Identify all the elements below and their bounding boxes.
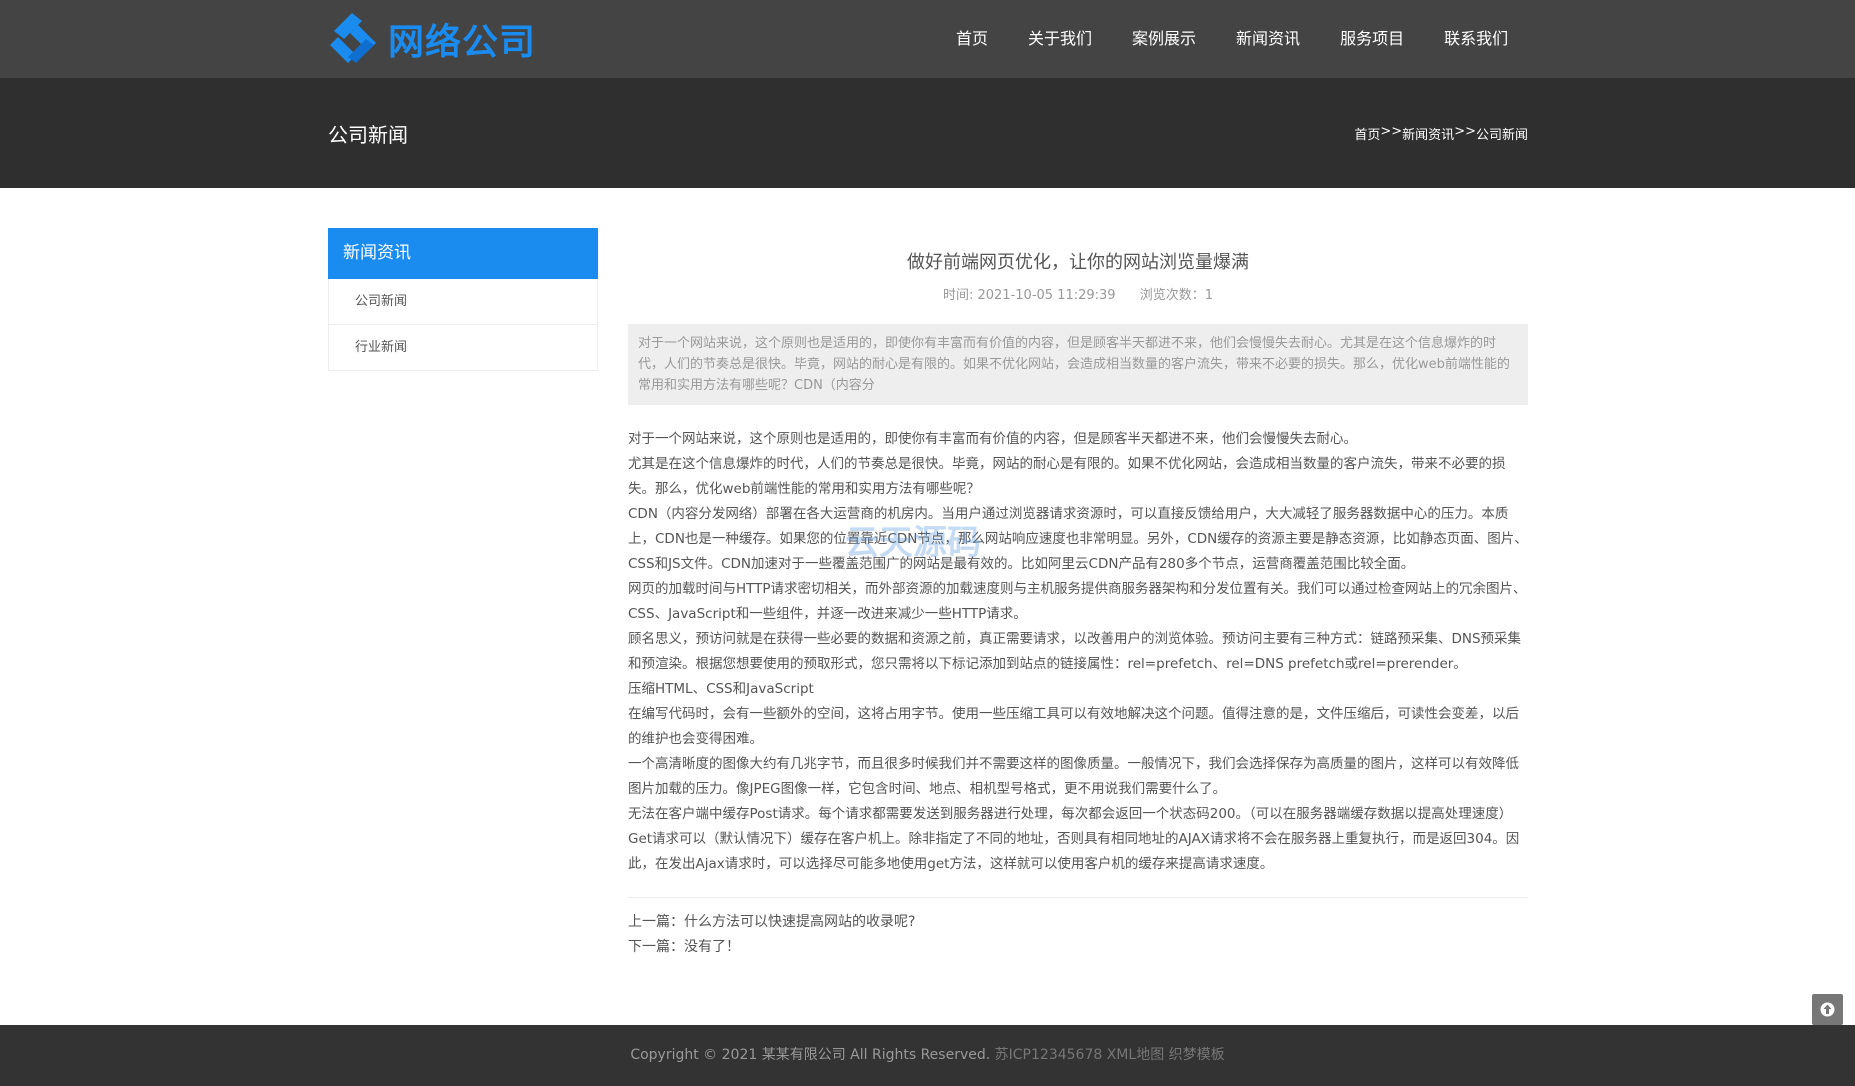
prev-article-link[interactable]: 上一篇：什么方法可以快速提高网站的收录呢? (628, 914, 915, 930)
logo-text: 网络公司 (388, 22, 537, 63)
footer-copyright: Copyright © 2021 某某有限公司 All Rights Reser… (630, 1047, 991, 1063)
breadcrumb-home[interactable]: 首页 (1354, 124, 1380, 143)
sidebar-heading: 新闻资讯 (328, 228, 598, 279)
page-banner: 公司新闻 首页 >> 新闻资讯 >> 公司新闻 (0, 78, 1855, 188)
sidebar: 新闻资讯 公司新闻 行业新闻 (328, 228, 598, 371)
article-paragraph: 尤其是在这个信息爆炸的时代，人们的节奏总是很快。毕竟，网站的耐心是有限的。如果不… (628, 456, 1506, 497)
article-paragraph: 网页的加载时间与HTTP请求密切相关，而外部资源的加载速度则与主机服务提供商服务… (628, 581, 1527, 622)
logo-mark-icon (328, 11, 380, 67)
article-paragraph: CDN（内容分发网络）部署在各大运营商的机房内。当用户通过浏览器请求资源时，可以… (628, 506, 1528, 572)
site-header: 网络公司 首页 关于我们 案例展示 新闻资讯 服务项目 联系我们 (0, 0, 1855, 78)
breadcrumb-company-news[interactable]: 公司新闻 (1476, 124, 1528, 143)
article-paragraph: 顾名思义，预访问就是在获得一些必要的数据和资源之前，真正需要请求，以改善用户的浏… (628, 631, 1522, 672)
sidebar-item-industry-news[interactable]: 行业新闻 (328, 325, 598, 371)
nav-news[interactable]: 新闻资讯 (1216, 0, 1320, 78)
nav-contact[interactable]: 联系我们 (1424, 0, 1528, 78)
site-footer: Copyright © 2021 某某有限公司 All Rights Reser… (0, 1025, 1855, 1086)
nav-cases[interactable]: 案例展示 (1112, 0, 1216, 78)
article-title: 做好前端网页优化，让你的网站浏览量爆满 (907, 252, 1249, 273)
breadcrumb-news[interactable]: 新闻资讯 (1402, 124, 1454, 143)
footer-theme-link[interactable]: 织梦模板 (1169, 1047, 1225, 1063)
article: 做好前端网页优化，让你的网站浏览量爆满 时间: 2021-10-05 11:29… (628, 228, 1528, 960)
main-nav: 首页 关于我们 案例展示 新闻资讯 服务项目 联系我们 (936, 0, 1528, 78)
article-views: 浏览次数：1 (1139, 288, 1213, 303)
breadcrumb-separator: >> (1380, 124, 1403, 139)
nav-home[interactable]: 首页 (936, 0, 1008, 78)
next-article-link[interactable]: 下一篇：没有了！ (628, 939, 740, 955)
sidebar-item-company-news[interactable]: 公司新闻 (328, 279, 598, 325)
article-paragraph: 一个高清晰度的图像大约有几兆字节，而且很多时候我们并不需要这样的图像质量。一般情… (628, 756, 1519, 797)
site-logo[interactable]: 网络公司 (328, 11, 536, 67)
article-paragraph: 压缩HTML、CSS和JavaScript (628, 681, 814, 697)
footer-icp-link[interactable]: 苏ICP12345678 (995, 1047, 1103, 1063)
article-paragraph: Get请求可以（默认情况下）缓存在客户机上。除非指定了不同的地址，否则具有相同地… (628, 831, 1520, 872)
breadcrumb: 首页 >> 新闻资讯 >> 公司新闻 (1354, 124, 1528, 143)
page-title: 公司新闻 (328, 123, 408, 147)
breadcrumb-separator: >> (1454, 124, 1476, 139)
back-to-top-button[interactable] (1812, 994, 1843, 1025)
article-meta: 时间: 2021-10-05 11:29:39 浏览次数：1 (628, 286, 1528, 306)
article-time: 时间: 2021-10-05 11:29:39 (942, 288, 1116, 303)
divider (628, 897, 1528, 898)
article-summary: 对于一个网站来说，这个原则也是适用的，即使你有丰富而有价值的内容，但是顾客半天都… (628, 324, 1528, 405)
prev-next-links: 上一篇：什么方法可以快速提高网站的收录呢? 下一篇：没有了！ (628, 910, 1528, 960)
nav-services[interactable]: 服务项目 (1320, 0, 1424, 78)
article-paragraph: 在编写代码时，会有一些额外的空间，这将占用字节。使用一些压缩工具可以有效地解决这… (628, 706, 1519, 747)
article-paragraph: 对于一个网站来说，这个原则也是适用的，即使你有丰富而有价值的内容，但是顾客半天都… (628, 431, 1357, 447)
article-body: 对于一个网站来说，这个原则也是适用的，即使你有丰富而有价值的内容，但是顾客半天都… (628, 427, 1528, 877)
nav-about[interactable]: 关于我们 (1008, 0, 1112, 78)
footer-sitemap-link[interactable]: XML地图 (1107, 1047, 1164, 1063)
article-paragraph: 无法在客户端中缓存Post请求。每个请求都需要发送到服务器进行处理，每次都会返回… (628, 806, 1513, 822)
